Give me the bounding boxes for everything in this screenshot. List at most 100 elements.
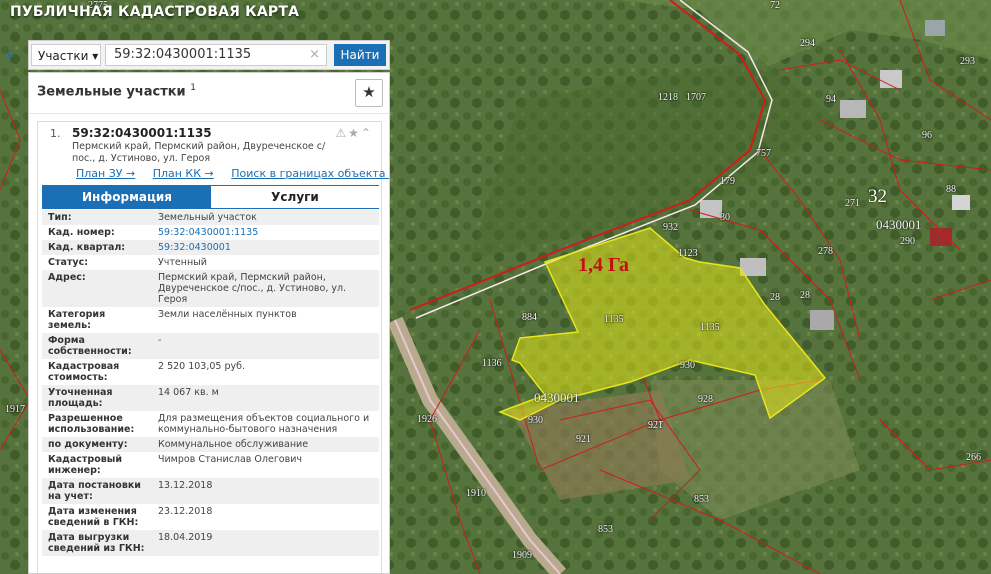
result-tools-icons[interactable]: ⚠★⌃ <box>335 126 373 140</box>
property-row: Дата постановки на учет: 13.12.2018 <box>42 478 379 504</box>
property-row: Категория земель: Земли населённых пункто… <box>42 307 379 333</box>
parcel-number-label: 1136 <box>482 358 502 369</box>
parcel-number-label: 294 <box>800 38 815 49</box>
parcel-number-label: 72 <box>770 0 780 11</box>
property-value: Чимров Станислав Олегович <box>158 454 303 465</box>
property-key: Дата изменения сведений в ГКН: <box>48 506 139 528</box>
parcel-number-label: 1135 <box>604 314 624 325</box>
result-index: 1. <box>50 127 61 140</box>
parcel-number-label: 1910 <box>466 488 486 499</box>
parcel-number-label: 928 <box>698 394 713 405</box>
property-value: Коммунальное обслуживание <box>152 437 379 452</box>
property-key: Тип: <box>42 210 152 225</box>
parcel-number-label: 266 <box>966 452 981 463</box>
area-label: 1,4 Га <box>578 254 629 276</box>
parcel-number-label: 930 <box>680 360 695 371</box>
property-value: Земельный участок <box>152 210 379 225</box>
search-icon[interactable]: ⌕ <box>0 42 22 66</box>
parcel-number-label: 271 <box>845 198 860 209</box>
property-value: 14 067 кв. м <box>152 385 379 411</box>
property-row: Форма собственности: - <box>42 333 379 359</box>
plan-zu-link[interactable]: План ЗУ → <box>76 167 135 180</box>
property-value: Пермский край, Пермский район, Двуреченс… <box>152 270 379 307</box>
tab-services[interactable]: Услуги <box>211 186 379 208</box>
property-key: Форма собственности: <box>42 333 152 359</box>
parcel-number-label: 853 <box>694 494 709 505</box>
parcel-number-label: 853 <box>598 524 613 535</box>
panel-title: Земельные участки 1 <box>37 83 196 100</box>
property-row: Статус: Учтенный <box>42 255 379 270</box>
property-key: Кад. квартал: <box>42 240 152 255</box>
properties-table: Тип: Земельный участок Кад. номер: 59:32:04… <box>42 210 379 556</box>
property-value[interactable]: 59:32:0430001:1135 <box>152 225 379 240</box>
property-row: Дата выгрузки сведений из ГКН: 18.04.2019 <box>42 530 379 556</box>
parcel-number-label: 1926 <box>417 414 437 425</box>
property-key: Кадастровая стоимость: <box>48 361 120 383</box>
parcel-number-label: 1123 <box>678 248 698 259</box>
property-key: Кад. номер: <box>48 227 115 238</box>
property-row: Адрес: Пермский край, Пермский район, Дву… <box>42 270 379 307</box>
search-bar: Участки ▾ 59:32:0430001:1135 × Найти <box>28 40 390 70</box>
parcel-number-label: 921 <box>648 420 663 431</box>
parcel-number-label: 1135 <box>700 322 720 333</box>
panel-header: Земельные участки 1 ★ <box>29 73 389 114</box>
parcel-number-label: 1707 <box>686 92 706 103</box>
property-value: 18.04.2019 <box>152 530 379 556</box>
search-input[interactable]: 59:32:0430001:1135 × <box>105 44 327 66</box>
parcel-number-label: 293 <box>960 56 975 67</box>
parcel-number-label: 290 <box>900 236 915 247</box>
property-value: 23.12.2018 <box>158 506 213 517</box>
property-key: Категория земель: <box>48 309 106 331</box>
result-card[interactable]: 1. 59:32:0430001:1135 Пермский край, Пер… <box>37 121 389 573</box>
property-value: - <box>152 333 379 359</box>
result-count: 1 <box>190 83 196 93</box>
parcel-number-label: 757 <box>756 148 771 159</box>
parcel-number-label: 884 <box>522 312 537 323</box>
object-type-select[interactable]: Участки ▾ <box>31 44 101 66</box>
plan-kk-link[interactable]: План КК → <box>153 167 214 180</box>
property-key: Дата постановки на учет: <box>42 478 152 504</box>
parcel-number-label: 28 <box>770 292 780 303</box>
parcel-number-label: 921 <box>576 434 591 445</box>
property-key: Статус: <box>48 257 89 268</box>
property-row: Уточненная площадь: 14 067 кв. м <box>42 385 379 411</box>
parcel-number-label: 88 <box>946 184 956 195</box>
quarter-label: 0430001 <box>534 390 580 405</box>
property-row: Тип: Земельный участок <box>42 210 379 225</box>
clear-icon[interactable]: × <box>309 45 320 65</box>
app-title-text: ПУБЛИЧНАЯ КАДАСТРОВАЯ КАРТА <box>10 4 300 20</box>
result-links: План ЗУ → План КК → Поиск в границах объ… <box>76 167 389 180</box>
property-row: Кадастровый инженер: Чимров Станислав Оле… <box>42 452 379 478</box>
parcel-number-label: 1218 <box>658 92 678 103</box>
property-row: по документу: Коммунальное обслуживание <box>42 437 379 452</box>
property-row: Разрешенное использование: Для размещения… <box>42 411 379 437</box>
parcel-number-label: 28 <box>800 290 810 301</box>
parcel-number-label: 96 <box>922 130 932 141</box>
parcel-number-label: 94 <box>826 94 836 105</box>
app-title: ПУБЛИЧНАЯ КАДАСТРОВАЯ КАРТА <box>0 4 299 20</box>
property-value[interactable]: 59:32:0430001 <box>152 240 379 255</box>
parcel-number-label: 1909 <box>512 550 532 561</box>
result-cadastral-number[interactable]: 59:32:0430001:1135 <box>72 126 212 140</box>
property-key: Уточненная площадь: <box>42 385 152 411</box>
favorites-star-icon[interactable]: ★ <box>355 79 383 107</box>
info-tabs: Информация Услуги <box>42 185 379 209</box>
quarter-label-right: 0430001 <box>876 217 922 232</box>
property-value: Учтенный <box>158 257 207 268</box>
parcel-number-label: 1917 <box>5 404 25 415</box>
find-button[interactable]: Найти <box>334 44 386 66</box>
parcel-number-label: 932 <box>663 222 678 233</box>
tab-information[interactable]: Информация <box>43 186 211 208</box>
parcel-number-label: 930 <box>528 415 543 426</box>
property-value: 13.12.2018 <box>152 478 379 504</box>
parcel-number-label: 179 <box>720 176 735 187</box>
property-row: Кад. квартал: 59:32:0430001 <box>42 240 379 255</box>
search-in-bounds-link[interactable]: Поиск в границах объекта → <box>231 167 389 180</box>
property-row: Кад. номер: 59:32:0430001:1135 <box>42 225 379 240</box>
block-label: 32 <box>868 186 887 207</box>
property-row: Кадастровая стоимость: 2 520 103,05 руб. <box>42 359 379 385</box>
property-value: 2 520 103,05 руб. <box>158 361 246 372</box>
results-panel: Земельные участки 1 ★ 1. 59:32:0430001:1… <box>28 72 390 574</box>
parcel-number-label: 278 <box>818 246 833 257</box>
property-key: Дата выгрузки сведений из ГКН: <box>42 530 152 556</box>
